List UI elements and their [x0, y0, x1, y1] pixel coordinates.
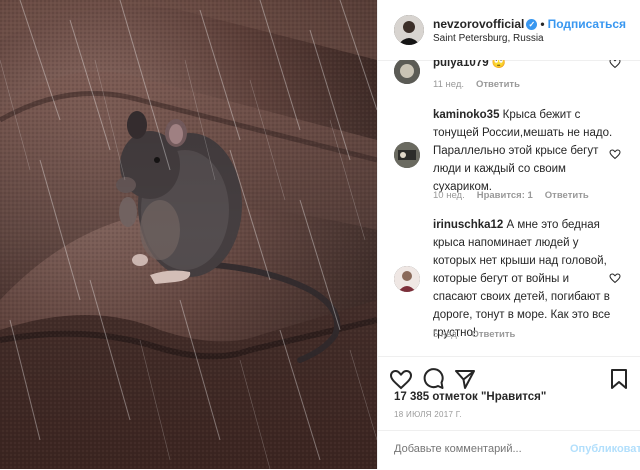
comment-text: irinuschka12 А мне это бедная крыса напо…	[433, 216, 613, 342]
add-comment-input[interactable]	[394, 443, 564, 455]
share-icon[interactable]	[453, 367, 477, 391]
comment-username[interactable]: kaminoko35	[433, 109, 499, 121]
comment-reply-button[interactable]: Ответить	[545, 190, 589, 201]
comment-like-heart-icon[interactable]	[609, 60, 621, 69]
verified-badge-icon: ✓	[526, 19, 538, 31]
comments-list[interactable]: pulya1079 🙄 11 нед. Ответить kaminoko35 К…	[378, 60, 640, 356]
comment-like-heart-icon[interactable]	[609, 148, 621, 160]
post-date[interactable]: 18 ИЮЛЯ 2017 Г.	[394, 410, 462, 419]
comment-username[interactable]: pulya1079	[433, 60, 489, 69]
publish-button[interactable]: Опубликовать	[570, 443, 640, 455]
comment-likes-count[interactable]: Нравится: 1	[477, 190, 533, 201]
commenter-avatar-image	[394, 60, 420, 84]
comment-time[interactable]: 10 нед.	[433, 190, 465, 201]
comment-meta: 5 нед. Ответить	[433, 329, 527, 340]
author-line: nevzorovofficial ✓ • Подписаться	[433, 17, 626, 31]
post-sidebar: nevzorovofficial ✓ • Подписаться Saint Pete…	[377, 0, 640, 469]
comment-time[interactable]: 5 нед.	[433, 329, 459, 340]
comment-like-heart-icon[interactable]	[609, 272, 621, 284]
post-photo[interactable]	[0, 0, 377, 469]
commenter-avatar-image	[394, 266, 420, 292]
commenter-avatar[interactable]	[394, 266, 420, 292]
comment-text: kaminoko35 Крыса бежит с тонущей России,…	[433, 106, 613, 196]
post-header: nevzorovofficial ✓ • Подписаться Saint Pete…	[378, 0, 640, 61]
author-avatar-image	[394, 15, 424, 45]
follow-button[interactable]: Подписаться	[548, 17, 626, 31]
comment-reply-button[interactable]: Ответить	[476, 79, 520, 90]
add-comment-bar: Опубликовать	[378, 430, 640, 470]
bookmark-icon[interactable]	[607, 367, 631, 391]
heart-icon[interactable]	[389, 367, 413, 391]
author-username[interactable]: nevzorovofficial	[433, 17, 524, 31]
comment-reply-button[interactable]: Ответить	[471, 329, 515, 340]
comment-meta: 11 нед. Ответить	[433, 79, 532, 90]
comment-text: pulya1079 🙄	[433, 60, 613, 72]
comment-body: А мне это бедная крыса напоминает людей …	[433, 219, 611, 339]
likes-count[interactable]: 17 385 отметок "Нравится"	[394, 391, 546, 403]
comment-time[interactable]: 11 нед.	[433, 79, 464, 90]
comment-body: Крыса бежит с тонущей России,мешать не н…	[433, 109, 613, 193]
separator-dot: •	[540, 17, 545, 31]
comment-meta: 10 нед. Нравится: 1 Ответить	[433, 190, 601, 201]
commenter-avatar[interactable]	[394, 60, 420, 84]
author-avatar[interactable]	[394, 15, 424, 45]
comment-username[interactable]: irinuschka12	[433, 219, 503, 231]
commenter-avatar[interactable]	[394, 142, 420, 168]
rat-on-roof-photo	[0, 0, 377, 469]
post-location[interactable]: Saint Petersburg, Russia	[433, 33, 544, 44]
comment-body: 🙄	[488, 60, 507, 69]
comment-icon[interactable]	[421, 367, 445, 391]
commenter-avatar-image	[394, 142, 420, 168]
